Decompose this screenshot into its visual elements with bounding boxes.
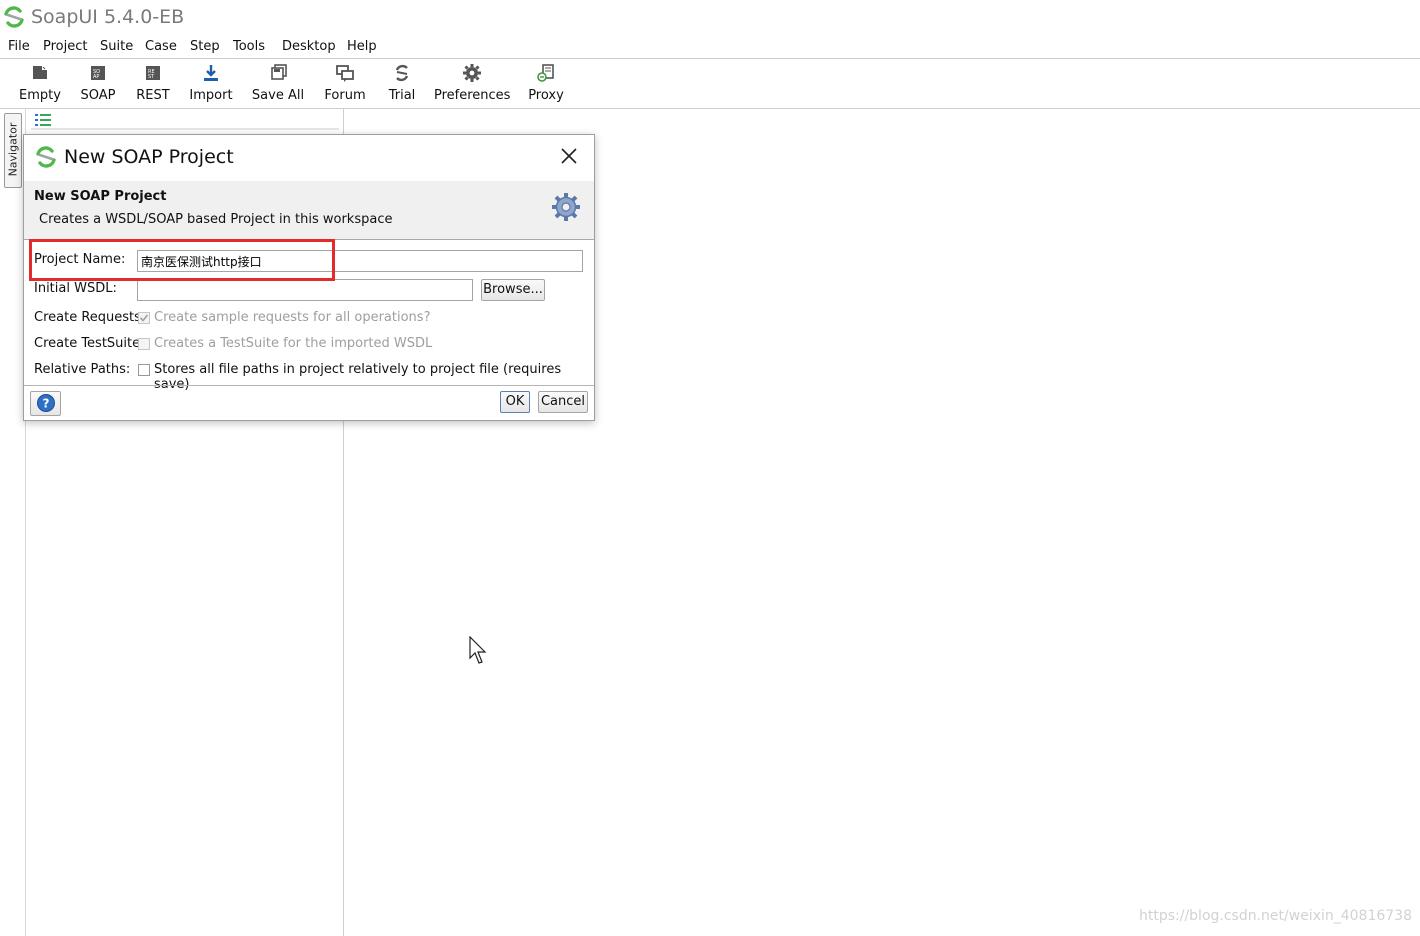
toolbar-trial-label: Trial [388,88,416,103]
relative-paths-checkbox[interactable] [138,364,150,376]
dialog-header-title: New SOAP Project [34,189,167,204]
svg-text:AP: AP [93,74,99,80]
menu-suite[interactable]: Suite [100,39,133,54]
toolbar-preferences-label: Preferences [434,88,511,103]
empty-project-icon [33,66,47,79]
dialog-header: New SOAP Project Creates a WSDL/SOAP bas… [24,181,594,240]
import-icon [204,65,218,81]
watermark-text: https://blog.csdn.net/weixin_40816738 [1138,908,1412,924]
menu-help[interactable]: Help [347,39,377,54]
toolbar: Empty SO AP SOAP RE ST REST Import Save Al… [0,59,1420,109]
gear-icon [552,193,580,221]
toolbar-empty-button[interactable]: Empty [15,59,65,107]
create-requests-checkbox[interactable] [138,312,150,324]
menu-file[interactable]: File [8,39,30,54]
help-icon: ? [36,394,55,412]
soap-project-icon: SOAP [91,66,105,80]
dialog-header-description: Creates a WSDL/SOAP based Project in thi… [39,212,393,227]
menu-step[interactable]: Step [190,39,220,54]
menu-bar: File Project Suite Case Step Tools Deskt… [0,36,1420,59]
highlight-annotation-box [29,239,335,281]
navigator-tab-label: Navigator [6,122,20,177]
trial-icon [395,64,409,82]
app-title: SoapUI 5.4.0-EB [31,6,185,28]
create-testsuite-checkbox[interactable] [138,338,150,350]
proxy-icon [537,64,554,82]
toolbar-rest-button[interactable]: RE ST REST [131,59,175,107]
menu-project[interactable]: Project [43,39,87,54]
gear-icon [463,64,481,82]
toolbar-empty-label: Empty [19,88,61,103]
toolbar-preferences-button[interactable]: Preferences [434,59,510,107]
cancel-button[interactable]: Cancel [538,391,588,413]
soapui-logo-icon [36,146,56,168]
relative-paths-text: Stores all file paths in project relativ… [154,362,562,392]
create-testsuite-text: Creates a TestSuite for the imported WSD… [154,336,433,351]
toolbar-soap-label: SOAP [80,88,116,103]
create-requests-text: Create sample requests for all operation… [154,310,431,325]
help-button[interactable]: ? [30,391,61,416]
initial-wsdl-label: Initial WSDL: [34,281,117,296]
svg-text:ST: ST [148,74,155,80]
toolbar-import-label: Import [189,88,233,103]
rest-project-icon: REST [146,66,160,80]
menu-tools[interactable]: Tools [233,39,265,54]
menu-desktop[interactable]: Desktop [282,39,336,54]
mouse-cursor-icon [469,636,487,664]
soapui-logo-icon [4,6,24,28]
toolbar-forum-label: Forum [324,88,366,103]
menu-case[interactable]: Case [145,39,177,54]
toolbar-trial-button[interactable]: Trial [383,59,421,107]
relative-paths-label: Relative Paths: [34,362,131,377]
close-icon[interactable] [558,145,580,167]
save-all-icon [271,64,287,80]
dialog-footer-divider [24,385,594,386]
initial-wsdl-input[interactable] [137,279,473,301]
browse-button[interactable]: Browse... [481,279,545,301]
create-testsuite-label: Create TestSuite: [34,336,145,351]
toolbar-proxy-label: Proxy [528,88,564,103]
navigator-tab[interactable]: Navigator [4,113,22,188]
toolbar-import-button[interactable]: Import [186,59,236,107]
toolbar-proxy-button[interactable]: Proxy [525,59,567,107]
toolbar-save-all-button[interactable]: Save All [250,59,306,107]
list-view-icon[interactable] [35,114,51,126]
toolbar-rest-label: REST [136,88,170,103]
create-requests-label: Create Requests: [34,310,146,325]
dialog-title: New SOAP Project [64,146,234,168]
checkmark-icon [139,314,149,322]
ok-button[interactable]: OK [500,391,530,413]
toolbar-soap-button[interactable]: SO AP SOAP [76,59,120,107]
title-bar: SoapUI 5.4.0-EB [0,0,1420,36]
toolbar-forum-button[interactable]: Forum [320,59,370,107]
toolbar-save-all-label: Save All [251,88,305,103]
svg-text:?: ? [42,397,49,411]
forum-icon [336,65,354,82]
navigator-panel-header-line [31,128,339,130]
